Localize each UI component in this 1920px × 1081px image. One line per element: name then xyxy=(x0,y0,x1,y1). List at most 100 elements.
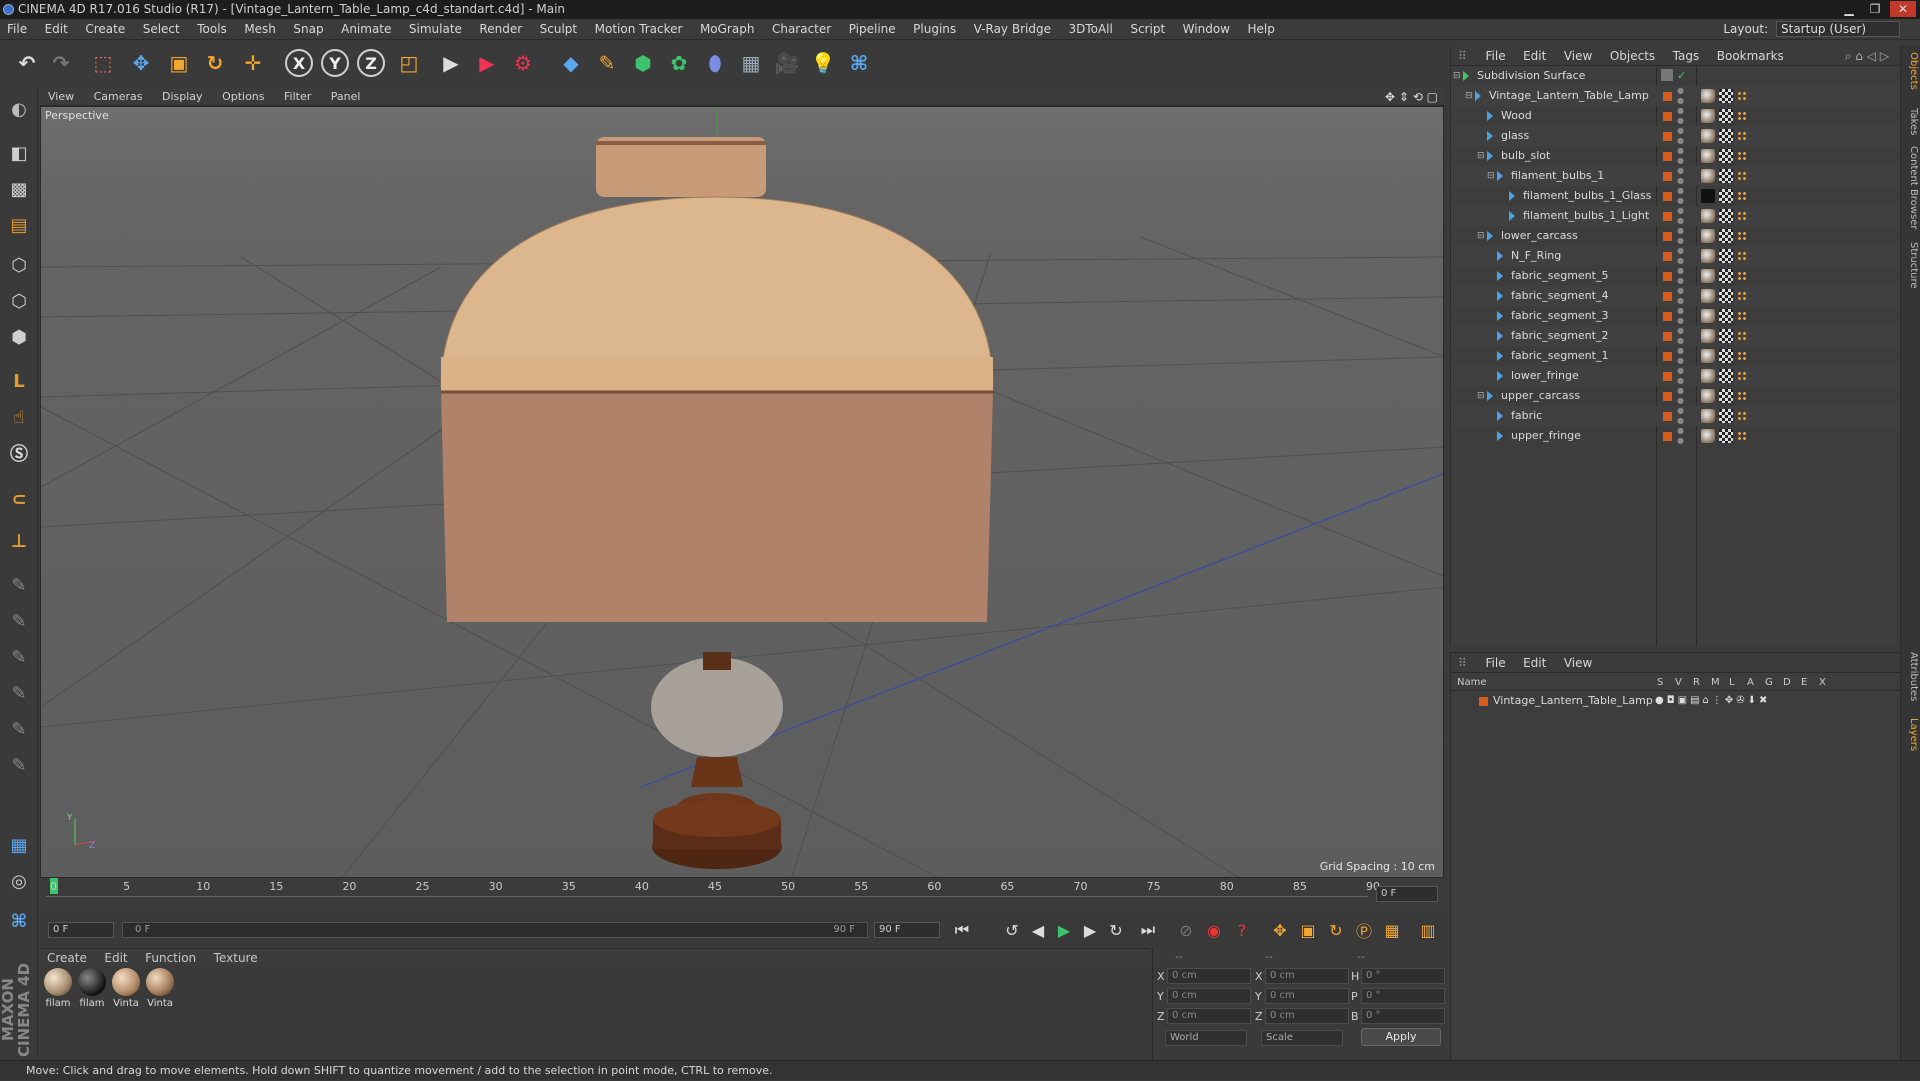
object-row[interactable]: ⊟ lower_carcass ● ● xyxy=(1451,226,1901,246)
object-row[interactable]: fabric_segment_4 ● ● xyxy=(1451,286,1901,306)
menu-pipeline[interactable]: Pipeline xyxy=(842,19,903,40)
uvw-tag-icon[interactable] xyxy=(1719,149,1733,163)
key-scale-icon[interactable]: ▣ xyxy=(1296,918,1320,942)
layers-menu-view[interactable]: View xyxy=(1557,653,1599,673)
menu-plugins[interactable]: Plugins xyxy=(906,19,963,40)
lock-z-axis-button[interactable]: Z xyxy=(356,48,386,78)
layers-menu-edit[interactable]: Edit xyxy=(1516,653,1553,673)
menu-script[interactable]: Script xyxy=(1123,19,1172,40)
edges-mode-icon[interactable]: ⬡ xyxy=(4,286,34,316)
layer-color-icon[interactable] xyxy=(1663,332,1672,341)
material-tag-icon[interactable] xyxy=(1701,389,1715,403)
viewport-menu-cameras[interactable]: Cameras xyxy=(86,88,151,106)
objects-search-icon[interactable]: ⌕ ⌂ ◁ ▷ xyxy=(1838,46,1896,66)
key-pla-icon[interactable]: ▦ xyxy=(1380,918,1404,942)
material-tag-icon[interactable] xyxy=(1701,309,1715,323)
size-y-field[interactable]: 0 cm xyxy=(1265,988,1349,1004)
selection-tag-icon[interactable] xyxy=(1737,91,1747,101)
selection-tag-icon[interactable] xyxy=(1737,251,1747,261)
layer-color-icon[interactable] xyxy=(1663,252,1672,261)
objects-menu-edit[interactable]: Edit xyxy=(1516,46,1553,66)
scale-tool-icon[interactable]: ▣ xyxy=(164,48,194,78)
redo-icon[interactable]: ↷ xyxy=(46,48,76,78)
texture-mode-icon[interactable]: ▩ xyxy=(4,174,34,204)
python-script-icon[interactable]: ⌘ xyxy=(4,906,34,936)
visibility-dots-icon[interactable]: ● ● xyxy=(1677,386,1684,406)
selection-tag-icon[interactable] xyxy=(1737,411,1747,421)
layer-color-icon[interactable] xyxy=(1663,112,1672,121)
expand-toggle-icon[interactable]: ⊟ xyxy=(1477,226,1485,246)
uvw-tag-icon[interactable] xyxy=(1719,389,1733,403)
object-row[interactable]: fabric ● ● xyxy=(1451,406,1901,426)
key-position-icon[interactable]: ✥ xyxy=(1268,918,1292,942)
uvw-tag-icon[interactable] xyxy=(1719,189,1733,203)
material-menu-create[interactable]: Create xyxy=(40,949,94,967)
preview-range-slider[interactable]: 0 F 90 F xyxy=(122,922,868,938)
viewport-menu-filter[interactable]: Filter xyxy=(276,88,319,106)
workplane-icon[interactable]: ▤ xyxy=(4,210,34,240)
move-tool-icon[interactable]: ✥ xyxy=(126,48,156,78)
array-icon[interactable]: ✿ xyxy=(664,48,694,78)
material-menu-edit[interactable]: Edit xyxy=(97,949,134,967)
object-row[interactable]: fabric_segment_1 ● ● xyxy=(1451,346,1901,366)
deformer-icon[interactable]: ⬮ xyxy=(700,48,730,78)
selection-tag-icon[interactable] xyxy=(1737,231,1747,241)
expand-toggle-icon[interactable]: ⊟ xyxy=(1477,386,1485,406)
selection-tag-icon[interactable] xyxy=(1737,131,1747,141)
layout-selector[interactable]: Layout: Startup (User) xyxy=(1723,21,1900,37)
layer-color-icon[interactable] xyxy=(1663,432,1672,441)
pos-x-field[interactable]: 0 cm xyxy=(1167,968,1251,984)
uvw-tag-icon[interactable] xyxy=(1719,109,1733,123)
menu-vray-bridge[interactable]: V-Ray Bridge xyxy=(967,19,1058,40)
material-tag-icon[interactable] xyxy=(1701,289,1715,303)
light-icon[interactable]: 💡 xyxy=(808,48,838,78)
menu-edit[interactable]: Edit xyxy=(38,19,75,40)
visibility-dots-icon[interactable]: ● ● xyxy=(1677,186,1684,206)
layer-color-icon[interactable] xyxy=(1663,272,1672,281)
transform-tool-icon[interactable]: ✛ xyxy=(238,48,268,78)
visibility-dots-icon[interactable]: ● ● xyxy=(1677,426,1684,446)
size-z-field[interactable]: 0 cm xyxy=(1265,1008,1349,1024)
go-to-start-icon[interactable]: ⏮ xyxy=(950,918,974,942)
motion-record-icon[interactable]: ⊘ xyxy=(1174,918,1198,942)
polygons-mode-icon[interactable]: ⬢ xyxy=(4,322,34,352)
material-tag-icon[interactable] xyxy=(1701,229,1715,243)
magnet-icon[interactable]: ⊂ xyxy=(4,484,34,514)
tab-objects[interactable]: Objects xyxy=(1903,52,1919,90)
menu-character[interactable]: Character xyxy=(765,19,838,40)
tab-content-browser[interactable]: Content Browser xyxy=(1903,146,1919,229)
uvw-tag-icon[interactable] xyxy=(1719,309,1733,323)
sculpt-brush-3-icon[interactable]: ✎ xyxy=(4,642,34,672)
viewport-menu-panel[interactable]: Panel xyxy=(323,88,369,106)
material-tag-icon[interactable] xyxy=(1701,429,1715,443)
material-tag-icon[interactable] xyxy=(1701,269,1715,283)
layout-dropdown[interactable]: Startup (User) xyxy=(1776,21,1900,37)
visibility-dots-icon[interactable]: ● ● xyxy=(1677,86,1684,106)
menu-simulate[interactable]: Simulate xyxy=(402,19,469,40)
selection-tag-icon[interactable] xyxy=(1737,311,1747,321)
visibility-dots-icon[interactable]: ● ● xyxy=(1677,106,1684,126)
uvw-tag-icon[interactable] xyxy=(1719,169,1733,183)
record-active-icon[interactable]: ◉ xyxy=(1202,918,1226,942)
workplane-axis-icon[interactable]: ⊥ xyxy=(4,526,34,556)
material-tag-icon[interactable] xyxy=(1701,409,1715,423)
expand-toggle-icon[interactable]: ⊟ xyxy=(1477,146,1485,166)
sculpt-brush-2-icon[interactable]: ✎ xyxy=(4,606,34,636)
visibility-dots-icon[interactable]: ● ● xyxy=(1677,126,1684,146)
visibility-dots-icon[interactable]: ● ● xyxy=(1677,346,1684,366)
editor-visibility-icon[interactable] xyxy=(1661,69,1673,81)
uvw-tag-icon[interactable] xyxy=(1719,129,1733,143)
object-row[interactable]: ⊟ Vintage_Lantern_Table_Lamp ● ● xyxy=(1451,86,1901,106)
material-swatch[interactable]: Vinta xyxy=(144,968,176,1009)
menu-help[interactable]: Help xyxy=(1240,19,1281,40)
uvw-tag-icon[interactable] xyxy=(1719,429,1733,443)
layer-color-icon[interactable] xyxy=(1663,212,1672,221)
lock-y-axis-button[interactable]: Y xyxy=(320,48,350,78)
uvw-tag-icon[interactable] xyxy=(1719,249,1733,263)
selection-tag-icon[interactable] xyxy=(1737,391,1747,401)
maximize-icon[interactable]: ❐ xyxy=(1862,1,1888,17)
material-tag-icon[interactable] xyxy=(1701,129,1715,143)
end-frame-field[interactable]: 90 F xyxy=(874,922,940,938)
uvw-tag-icon[interactable] xyxy=(1719,89,1733,103)
layers-menu-file[interactable]: File xyxy=(1479,653,1513,673)
